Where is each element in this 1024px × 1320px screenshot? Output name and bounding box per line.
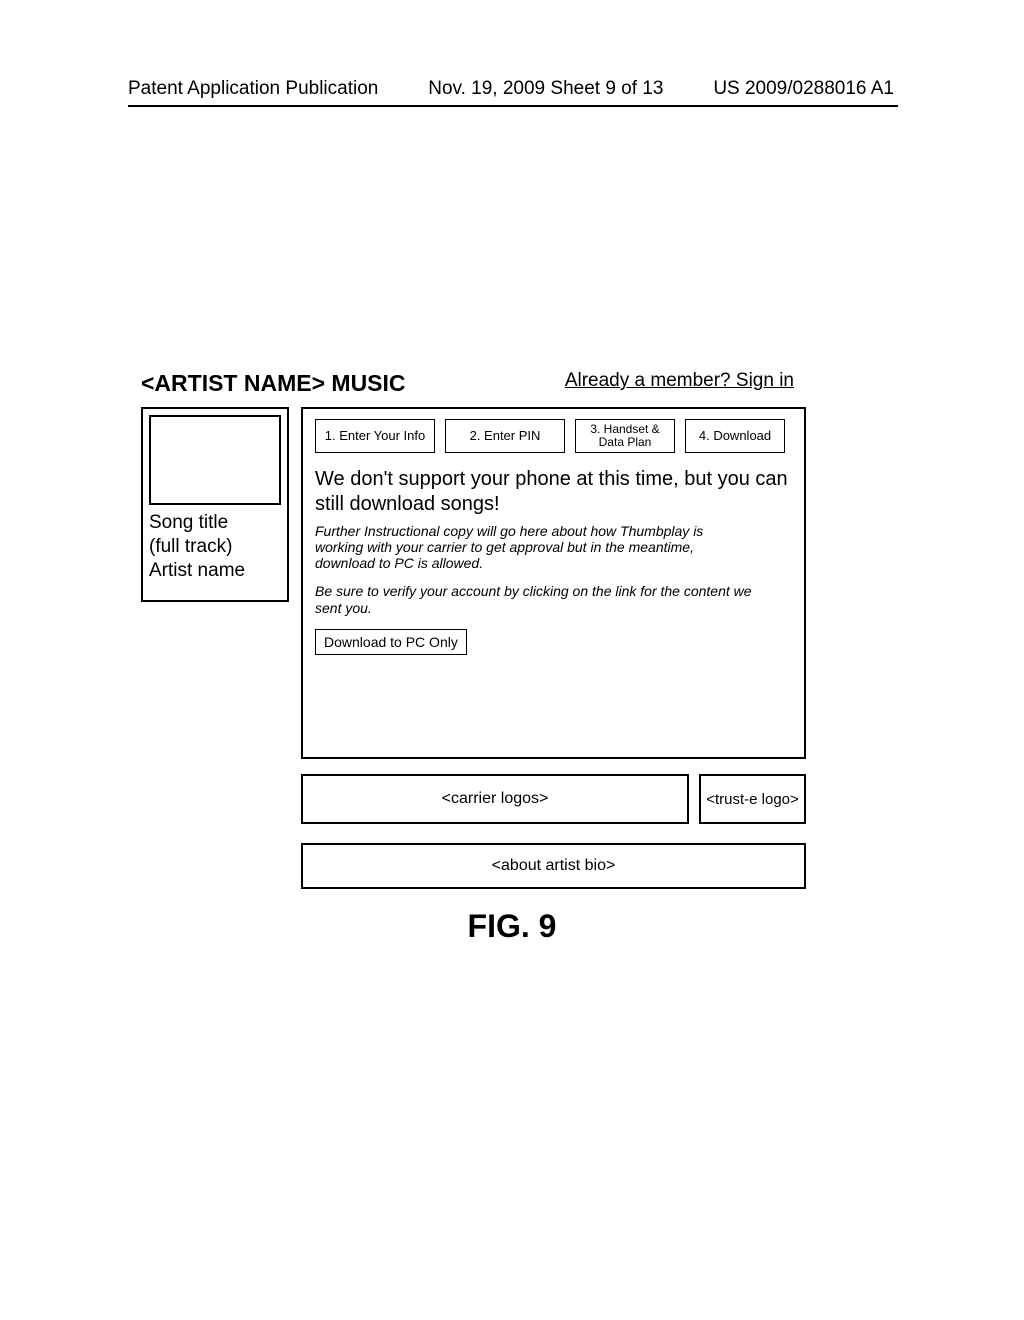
publication-type: Patent Application Publication [128, 78, 378, 100]
main-panel: 1. Enter Your Info 2. Enter PIN 3. Hands… [301, 407, 806, 759]
signin-link[interactable]: Already a member? Sign in [565, 370, 794, 392]
artist-name: Artist name [149, 559, 281, 583]
step-tab-2[interactable]: 2. Enter PIN [445, 419, 565, 453]
artist-bio-box: <about artist bio> [301, 843, 806, 889]
song-panel: Song title (full track) Artist name [141, 407, 289, 602]
song-track-type: (full track) [149, 535, 281, 559]
song-title: Song title [149, 511, 281, 535]
instructional-copy: Further Instructional copy will go here … [315, 523, 745, 571]
truste-logo-box: <trust-e logo> [699, 774, 806, 824]
step-tab-3[interactable]: 3. Handset & Data Plan [575, 419, 675, 453]
step-tabs: 1. Enter Your Info 2. Enter PIN 3. Hands… [315, 419, 792, 453]
publication-number: US 2009/0288016 A1 [713, 78, 894, 100]
carrier-logos-box: <carrier logos> [301, 774, 689, 824]
document-header: Patent Application Publication Nov. 19, … [0, 78, 1024, 100]
album-art-placeholder [149, 415, 281, 505]
step-tab-1[interactable]: 1. Enter Your Info [315, 419, 435, 453]
header-divider [128, 105, 898, 107]
unsupported-heading: We don't support your phone at this time… [315, 467, 792, 517]
page-title: <ARTIST NAME> MUSIC [141, 370, 406, 397]
figure-label: FIG. 9 [0, 908, 1024, 945]
download-to-pc-button[interactable]: Download to PC Only [315, 629, 467, 655]
verify-note: Be sure to verify your account by clicki… [315, 583, 775, 617]
publication-date-sheet: Nov. 19, 2009 Sheet 9 of 13 [428, 78, 663, 100]
song-info: Song title (full track) Artist name [149, 511, 281, 582]
step-tab-4[interactable]: 4. Download [685, 419, 785, 453]
